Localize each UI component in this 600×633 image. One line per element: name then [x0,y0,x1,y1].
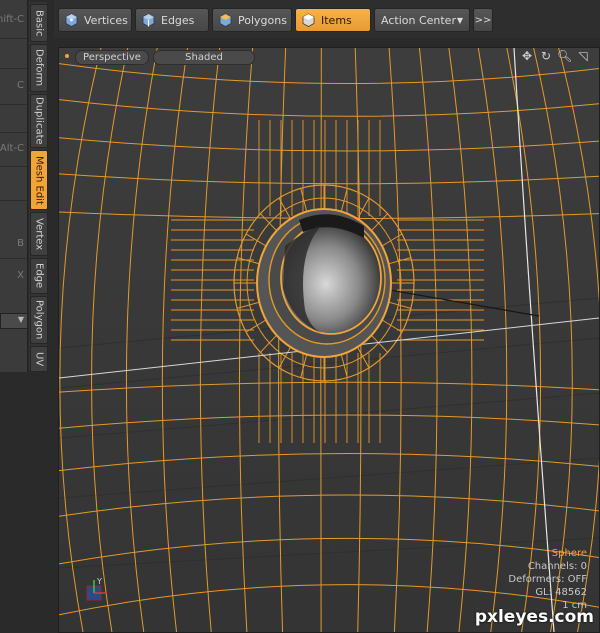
panel-divider [0,68,27,69]
shortcut-label: hift-C [0,14,24,25]
tab-basic[interactable]: Basic [30,4,48,42]
move-icon[interactable]: ✥ [520,49,534,63]
vertices-mode-icon [65,13,78,27]
panel-divider [0,104,27,105]
tab-label: UV [34,352,45,366]
more-tools-button[interactable]: >> [473,8,493,32]
deformers-status: Deformers: OFF [508,573,587,586]
tab-duplicate[interactable]: Duplicate [30,94,48,148]
edges-button[interactable]: Edges [135,8,209,32]
tab-label: Edge [34,263,45,288]
fit-icon[interactable]: ◹ [576,49,590,63]
chevron-down-icon: ▼ [457,16,463,25]
panel-divider [0,132,27,133]
tab-label: Mesh Edit [34,156,45,205]
watermark-logo: pxleyes.com [475,607,594,627]
panel-divider [0,258,27,259]
wireframe-scene [59,48,599,632]
tab-label: Polygon [34,300,45,339]
edges-label: Edges [161,14,194,27]
vertices-label: Vertices [84,14,128,27]
view-type-label: Perspective [83,52,141,63]
polygons-mode-icon [219,13,232,27]
left-command-panel: hift-C C Alt-C B X ▼ [0,0,28,372]
action-center-label: Action Center [381,14,456,27]
item-name-label: Sphere [508,547,587,560]
panel-divider [0,200,27,201]
more-label: >> [475,15,492,26]
action-center-dropdown[interactable]: Action Center ▼ [374,8,470,32]
shading-mode-dropdown[interactable]: Shaded [153,50,255,65]
axis-y-label: Y [96,577,102,586]
3d-viewport[interactable]: Perspective Shaded ✥ ↻ 🔍︎ ◹ Sphere Chann… [58,47,600,633]
tab-vertex[interactable]: Vertex [30,212,48,256]
zoom-icon[interactable]: 🔍︎ [557,49,571,63]
channels-count: Channels: 0 [508,560,587,573]
shortcut-label: Alt-C [0,143,24,154]
rotate-icon[interactable]: ↻ [539,49,553,63]
scene-info-overlay: Sphere Channels: 0 Deformers: OFF GL: 48… [508,547,587,612]
vertices-button[interactable]: Vertices [58,8,132,32]
edges-mode-icon [142,13,155,27]
viewport-header: Perspective Shaded ✥ ↻ 🔍︎ ◹ [59,48,599,66]
items-label: Items [321,14,352,27]
panel-dropdown[interactable]: ▼ [0,313,28,329]
panel-divider [0,38,27,39]
selection-mode-toolbar: Vertices Edges Polygons Items Action Cen… [54,0,600,38]
items-mode-icon [302,13,315,27]
items-button[interactable]: Items [295,8,371,32]
view-type-dropdown[interactable]: Perspective [75,50,149,65]
viewport-menu-dot[interactable] [65,54,69,58]
tab-label: Basic [34,10,45,36]
vertical-tab-strip: Basic Deform Duplicate Mesh Edit Vertex … [29,2,47,370]
tab-mesh-edit[interactable]: Mesh Edit [30,150,48,210]
shortcut-label: X [17,270,24,281]
gl-polycount: GL: 48562 [508,586,587,599]
polygons-label: Polygons [238,14,287,27]
panel-divider [0,166,27,167]
chevron-down-icon: ▼ [18,315,24,324]
polygons-button[interactable]: Polygons [212,8,292,32]
tab-label: Deform [34,49,45,86]
axis-orientation-icon: Y [85,576,111,606]
shortcut-label: B [17,238,24,249]
tab-edge[interactable]: Edge [30,258,48,294]
shortcut-label: C [17,80,24,91]
tab-polygon[interactable]: Polygon [30,296,48,344]
tab-uv[interactable]: UV [30,346,48,372]
tab-deform[interactable]: Deform [30,44,48,92]
tab-label: Vertex [34,218,45,250]
shading-mode-label: Shaded [185,52,223,63]
mesh-hole [257,209,391,357]
tab-label: Duplicate [34,97,45,145]
